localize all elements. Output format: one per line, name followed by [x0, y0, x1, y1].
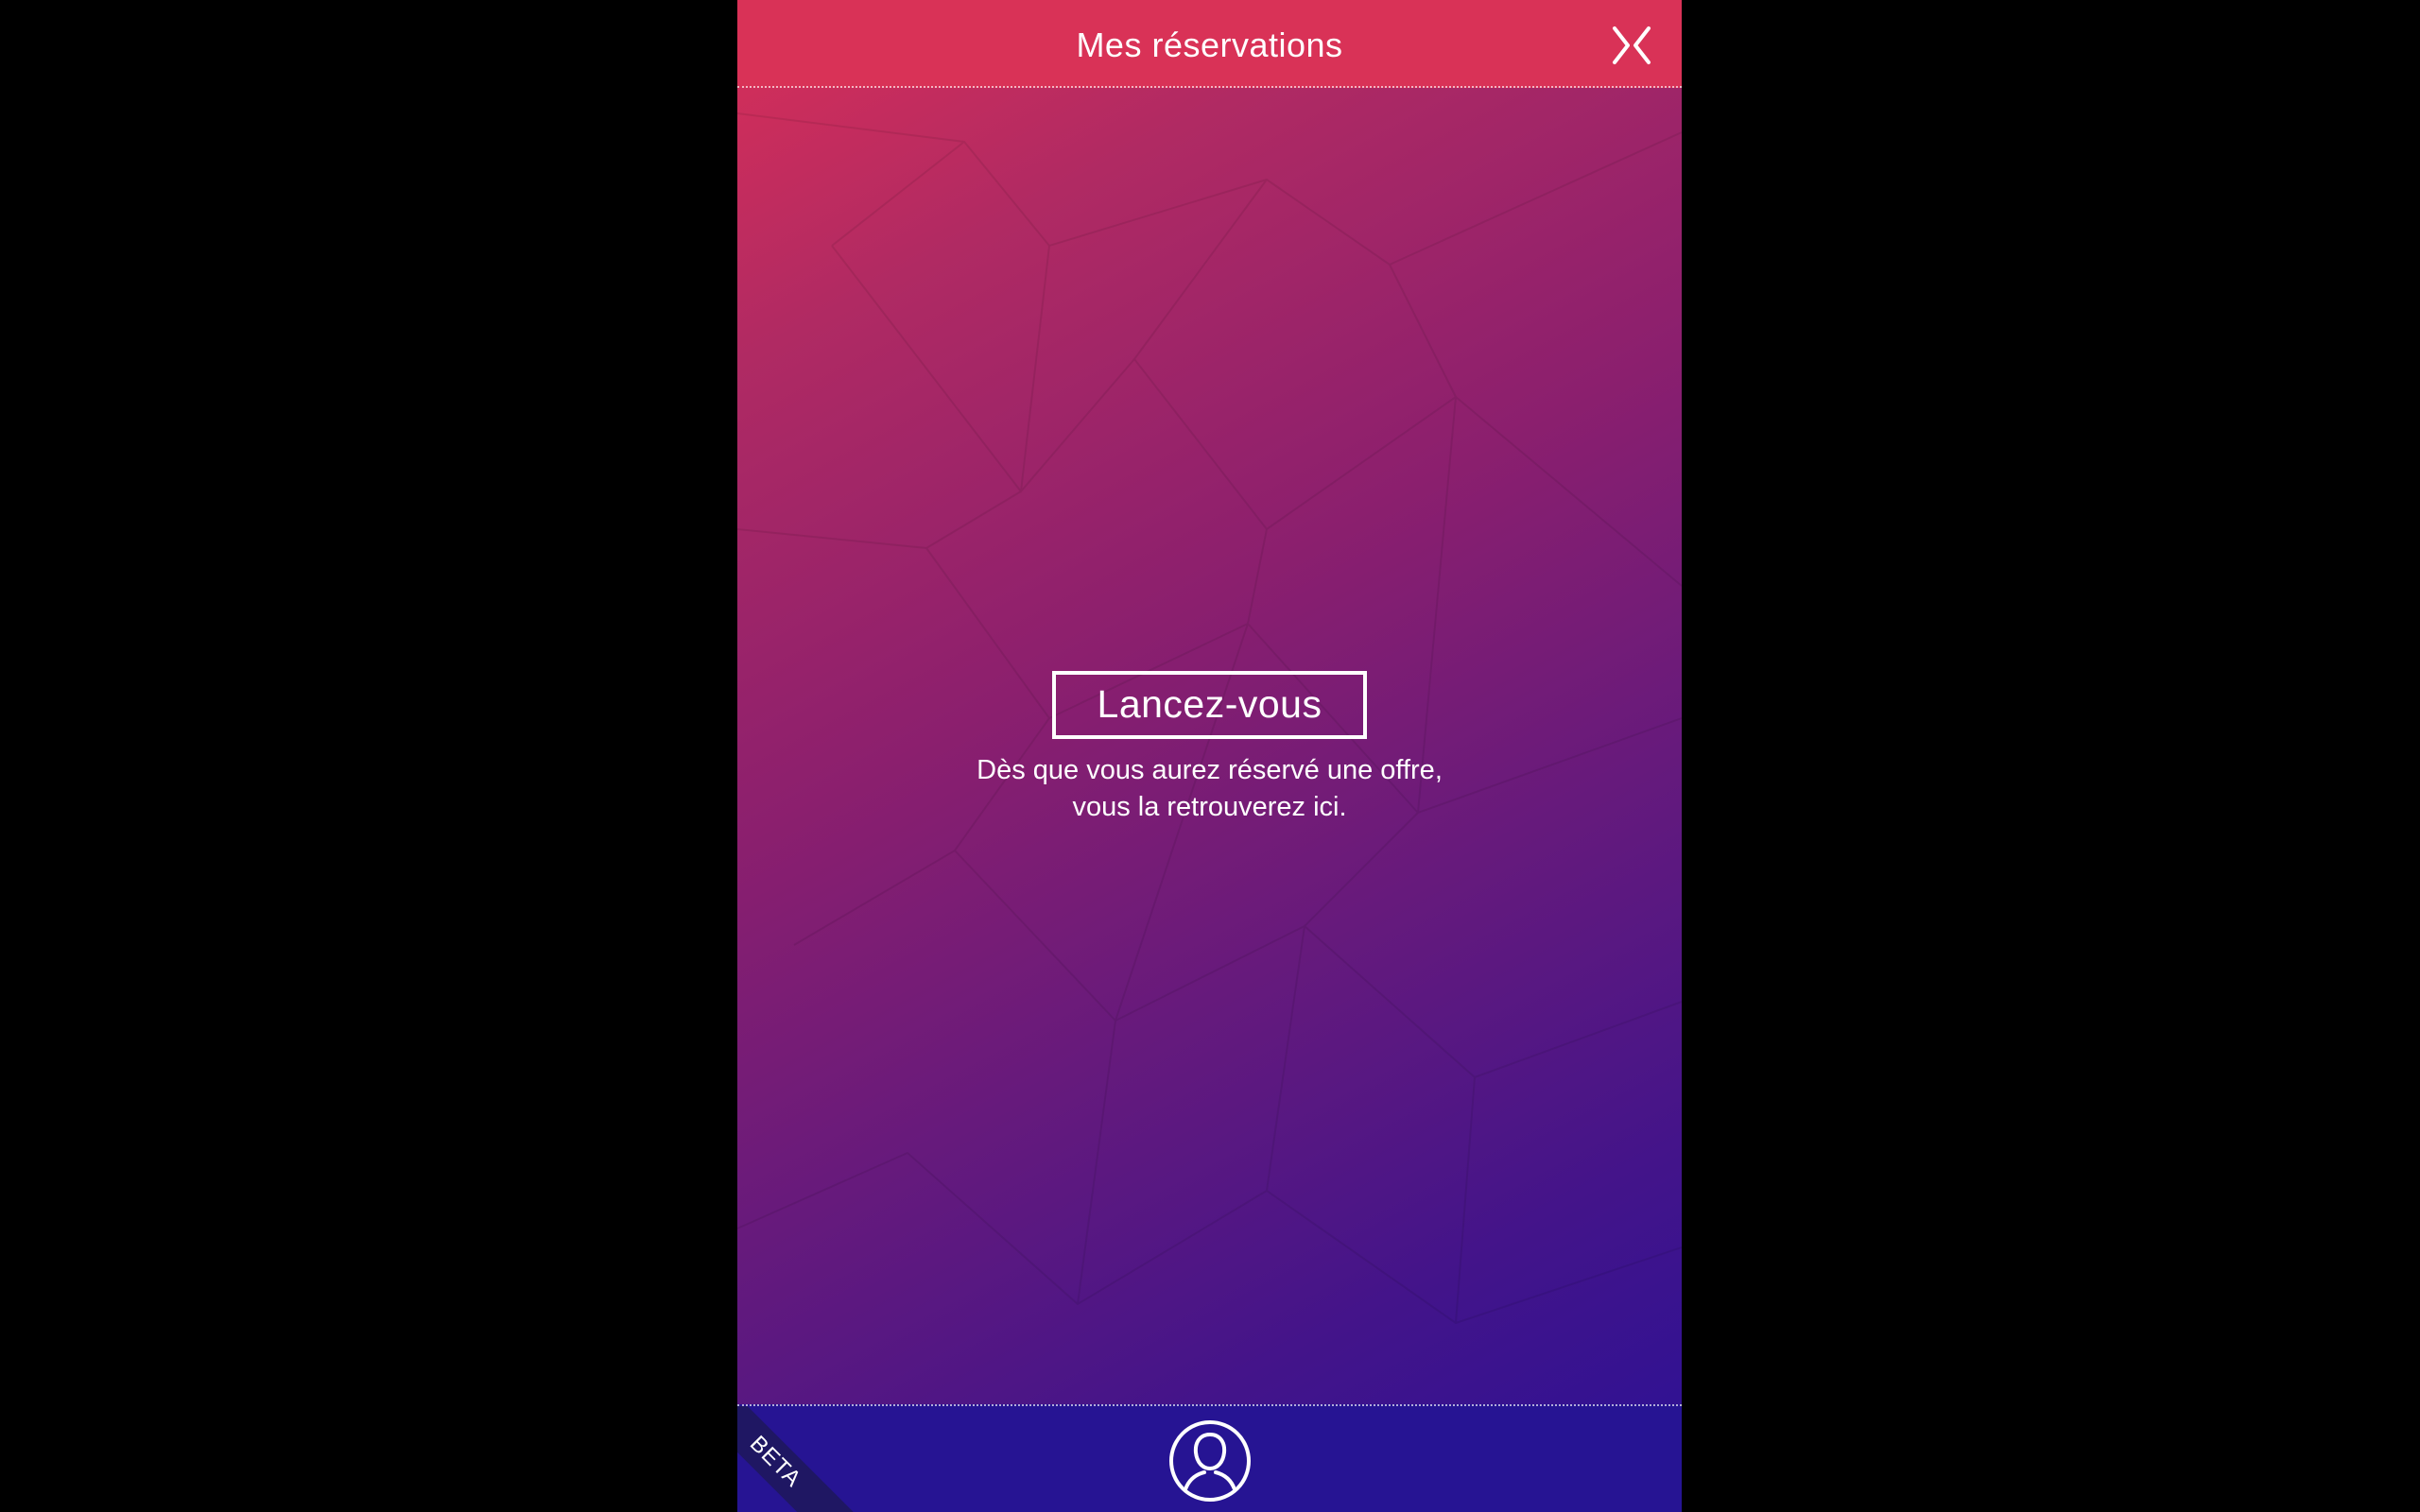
empty-state-message: Dès que vous aurez réservé une offre, vo… — [737, 752, 1682, 826]
empty-state-message-line-2: vous la retrouverez ici. — [1072, 792, 1347, 822]
page-title: Mes réservations — [1076, 26, 1343, 64]
close-button[interactable] — [1609, 23, 1654, 68]
close-chevrons-icon — [1613, 26, 1651, 64]
app-screen: Mes réservations Lancez-vous Dès que vou… — [737, 0, 1682, 1512]
empty-state: Lancez-vous Dès que vous aurez réservé u… — [737, 671, 1682, 826]
bottom-bar: BETA — [737, 1404, 1682, 1512]
empty-state-message-line-1: Dès que vous aurez réservé une offre, — [977, 755, 1443, 785]
lancez-vous-button[interactable]: Lancez-vous — [1051, 671, 1368, 739]
top-bar: Mes réservations — [737, 0, 1682, 88]
profile-button[interactable] — [1168, 1419, 1252, 1503]
user-profile-icon — [1169, 1420, 1251, 1502]
beta-badge: BETA — [737, 1406, 863, 1512]
